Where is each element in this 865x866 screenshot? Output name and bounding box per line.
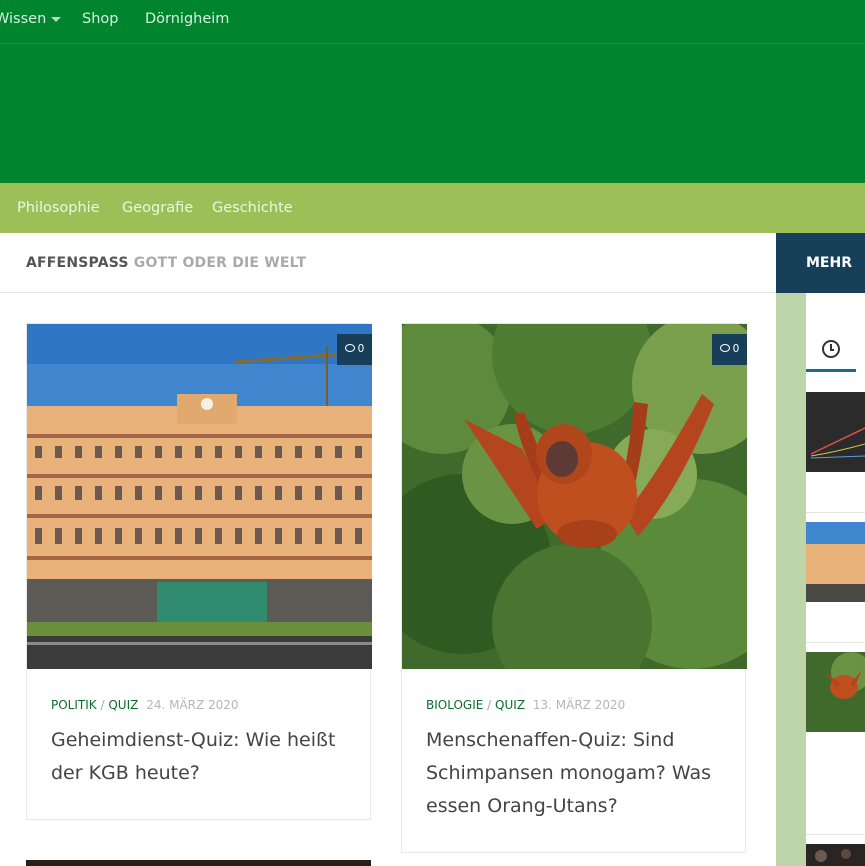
sidebar-post-thumbnail[interactable] — [806, 522, 865, 602]
comment-icon — [344, 344, 355, 352]
breadcrumb: AFFENSPASS GOTT ODER DIE WELT — [0, 233, 776, 293]
post-date: 24. MÄRZ 2020 — [146, 698, 239, 712]
sidebar-post-thumbnail[interactable] — [806, 392, 865, 472]
next-post-thumbnail[interactable] — [26, 860, 371, 866]
more-tab[interactable]: MEHR — [776, 233, 865, 293]
category-link[interactable]: BIOLOGIE — [426, 698, 483, 712]
breadcrumb-category: AFFENSPASS — [26, 255, 129, 271]
category-separator: / — [487, 698, 492, 712]
header-banner — [0, 44, 865, 183]
post-card: 0 BIOLOGIE / QUIZ 13. MÄRZ 2020 Menschen… — [401, 323, 747, 853]
clock-icon[interactable] — [822, 340, 840, 358]
comment-icon — [719, 344, 730, 352]
post-meta: POLITIK / QUIZ 24. MÄRZ 2020 — [51, 698, 239, 712]
sidebar-post-thumbnail[interactable] — [806, 652, 865, 732]
comment-count: 0 — [732, 343, 740, 355]
building-thumbnail-image — [806, 522, 865, 602]
nav-item-doernigheim[interactable]: Dörnigheim — [145, 0, 229, 38]
sidebar-post-thumbnail[interactable] — [806, 844, 865, 866]
category-separator: / — [100, 698, 105, 712]
post-title[interactable]: Geheimdienst-Quiz: Wie heißt der KGB heu… — [51, 724, 351, 790]
active-tab-indicator — [806, 369, 856, 372]
sidebar-divider — [806, 642, 865, 643]
building-image — [27, 324, 372, 669]
subnav-item-geschichte[interactable]: Geschichte — [212, 183, 293, 233]
category-link[interactable]: QUIZ — [108, 698, 138, 712]
post-card: 0 POLITIK / QUIZ 24. MÄRZ 2020 Geheimdie… — [26, 323, 372, 820]
post-date: 13. MÄRZ 2020 — [532, 698, 626, 712]
comment-count-badge[interactable]: 0 — [337, 334, 372, 365]
breadcrumb-subtitle: GOTT ODER DIE WELT — [133, 255, 307, 271]
comment-count-badge[interactable]: 0 — [712, 334, 747, 365]
post-meta: BIOLOGIE / QUIZ 13. MÄRZ 2020 — [426, 698, 625, 712]
dark-thumbnail-image — [806, 844, 865, 866]
top-navigation: Wissen Shop Dörnigheim — [0, 0, 865, 44]
sidebar-divider — [806, 834, 865, 835]
post-title[interactable]: Menschenaffen-Quiz: Sind Schimpansen mon… — [426, 724, 726, 823]
sidebar-divider — [806, 512, 865, 513]
chevron-down-icon — [51, 16, 62, 22]
main-content: AFFENSPASS GOTT ODER DIE WELT 0 POLITIK … — [0, 233, 776, 866]
comment-count: 0 — [357, 343, 365, 355]
nav-item-wissen[interactable]: Wissen — [0, 0, 62, 38]
orangutan-thumbnail-image — [806, 652, 865, 732]
nav-item-label: Wissen — [0, 11, 47, 27]
post-thumbnail[interactable]: 0 — [402, 324, 747, 669]
orangutan-image — [402, 324, 747, 669]
subnav-item-geografie[interactable]: Geografie — [122, 183, 193, 233]
nav-item-shop[interactable]: Shop — [82, 0, 118, 38]
subnav-item-philosophie[interactable]: Philosophie — [17, 183, 100, 233]
chart-thumbnail-image — [806, 392, 865, 472]
category-link[interactable]: POLITIK — [51, 698, 97, 712]
category-link[interactable]: QUIZ — [495, 698, 525, 712]
sub-navigation: Philosophie Geografie Geschichte — [0, 183, 865, 233]
sidebar: MEHR — [776, 233, 865, 866]
post-thumbnail[interactable]: 0 — [27, 324, 372, 669]
